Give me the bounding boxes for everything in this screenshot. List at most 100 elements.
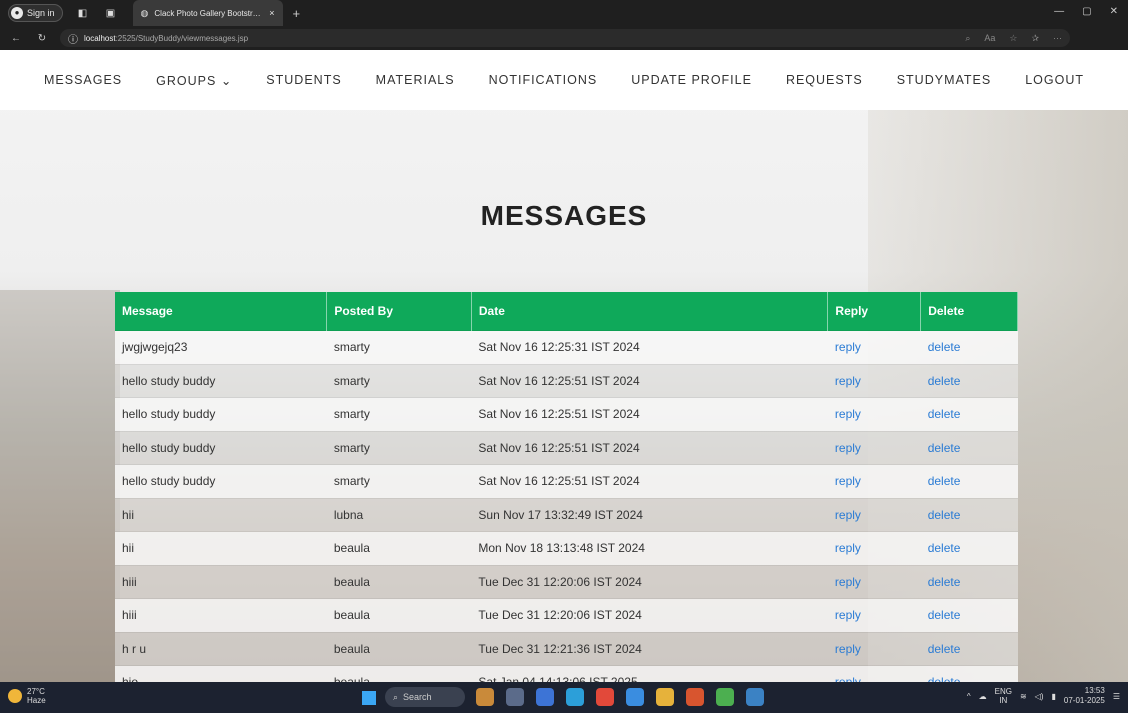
messages-table-container[interactable]: Message Posted By Date Reply Delete jwgj… <box>115 292 1018 682</box>
date-cell: Sat Nov 16 12:25:51 IST 2024 <box>471 464 828 498</box>
header-date: Date <box>471 292 829 331</box>
reply-link[interactable]: reply <box>835 508 861 522</box>
delete-link[interactable]: delete <box>928 407 961 421</box>
maximize-icon[interactable]: ▢ <box>1082 6 1091 17</box>
delete-link[interactable]: delete <box>928 441 961 455</box>
battery-icon[interactable]: ▮ <box>1052 692 1056 701</box>
delete-link[interactable]: delete <box>928 541 961 555</box>
table-row: hio beaula Sat Jan 04 14:13:06 IST 2025 … <box>115 665 1018 682</box>
active-tab[interactable]: ◍ Clack Photo Gallery Bootstrap Re × <box>132 0 283 26</box>
chevron-up-icon[interactable]: ^ <box>967 692 971 701</box>
table-row: hiii beaula Tue Dec 31 12:20:06 IST 2024… <box>115 564 1018 599</box>
nav-requests[interactable]: REQUESTS <box>786 73 863 87</box>
search-label: Search <box>403 692 432 702</box>
posted-by-cell: beaula <box>326 665 472 682</box>
system-tray: ^ ☁ ENG IN ≋ ◁) ▮ 13:53 07-01-2025 ☰ <box>967 686 1120 706</box>
date-cell: Sun Nov 17 13:32:49 IST 2024 <box>471 497 828 532</box>
header-reply: Reply <box>827 292 922 331</box>
taskbar-apps <box>476 688 764 706</box>
app-teams-icon[interactable] <box>536 688 554 706</box>
search-page-icon[interactable]: ⌕ <box>965 33 970 44</box>
reply-link[interactable]: reply <box>835 474 861 488</box>
reply-link[interactable]: reply <box>835 608 861 622</box>
reply-link[interactable]: reply <box>835 642 861 656</box>
tab-bar: ● Sign in ◧ ▣ ◍ Clack Photo Gallery Boot… <box>0 0 1128 26</box>
date-cell: Sat Nov 16 12:25:51 IST 2024 <box>471 430 828 465</box>
weather-condition: Haze <box>27 696 46 705</box>
volume-icon[interactable]: ◁) <box>1035 692 1044 701</box>
table-row: h r u beaula Tue Dec 31 12:21:36 IST 202… <box>115 631 1018 666</box>
reply-link[interactable]: reply <box>835 675 861 682</box>
reply-link[interactable]: reply <box>835 441 861 455</box>
app-chrome-icon[interactable] <box>596 688 614 706</box>
minimize-icon[interactable]: — <box>1054 6 1064 17</box>
delete-link[interactable]: delete <box>928 642 961 656</box>
table-row: hii beaula Mon Nov 18 13:13:48 IST 2024 … <box>115 531 1018 565</box>
language-indicator[interactable]: ENG IN <box>995 687 1012 705</box>
message-cell: hello study buddy <box>115 363 327 398</box>
weather-icon <box>8 689 22 703</box>
tab-close-icon[interactable]: × <box>269 8 274 18</box>
window-controls: — ▢ ✕ <box>1054 6 1118 17</box>
refresh-icon[interactable]: ↻ <box>32 33 52 44</box>
clock[interactable]: 13:53 07-01-2025 <box>1064 686 1105 706</box>
table-row: hello study buddy smarty Sat Nov 16 12:2… <box>115 464 1018 498</box>
header-message: Message <box>115 292 328 331</box>
app-edge-icon[interactable] <box>566 688 584 706</box>
nav-studymates[interactable]: STUDYMATES <box>897 73 992 87</box>
delete-link[interactable]: delete <box>928 474 961 488</box>
reply-link[interactable]: reply <box>835 340 861 354</box>
header-posted-by: Posted By <box>326 292 472 331</box>
posted-by-cell: smarty <box>326 397 472 431</box>
delete-link[interactable]: delete <box>928 340 961 354</box>
wifi-icon[interactable]: ≋ <box>1020 692 1027 701</box>
taskbar-search[interactable]: ⌕ Search <box>385 687 465 707</box>
favorites-icon[interactable]: ✰ <box>1031 33 1039 44</box>
date-cell: Sat Nov 16 12:25:31 IST 2024 <box>471 330 828 364</box>
web-page: MESSAGES GROUPS ⌄ STUDENTS MATERIALS NOT… <box>0 50 1128 682</box>
favorite-star-icon[interactable]: ☆ <box>1009 33 1017 44</box>
new-tab-button[interactable]: + <box>293 6 301 21</box>
signin-button[interactable]: ● Sign in <box>8 4 63 22</box>
nav-groups[interactable]: GROUPS ⌄ <box>156 73 232 88</box>
app-green-icon[interactable] <box>716 688 734 706</box>
windows-start-icon[interactable] <box>362 691 376 705</box>
nav-students[interactable]: STUDENTS <box>266 73 341 87</box>
nav-materials[interactable]: MATERIALS <box>376 73 455 87</box>
reply-link[interactable]: reply <box>835 541 861 555</box>
notification-icon[interactable]: ☰ <box>1113 692 1120 701</box>
delete-link[interactable]: delete <box>928 675 961 682</box>
more-icon[interactable]: ··· <box>1053 33 1062 44</box>
cloud-icon[interactable]: ☁ <box>979 692 987 701</box>
reply-link[interactable]: reply <box>835 575 861 589</box>
header-delete: Delete <box>920 292 1018 331</box>
app-explorer-icon[interactable] <box>656 688 674 706</box>
reply-link[interactable]: reply <box>835 374 861 388</box>
workspaces-icon[interactable]: ▣ <box>103 8 119 19</box>
nav-update-profile[interactable]: UPDATE PROFILE <box>631 73 752 87</box>
nav-notifications[interactable]: NOTIFICATIONS <box>489 73 598 87</box>
app-taskview-icon[interactable] <box>506 688 524 706</box>
tab-actions-icon[interactable]: ◧ <box>75 8 91 19</box>
delete-link[interactable]: delete <box>928 508 961 522</box>
app-photos-icon[interactable] <box>746 688 764 706</box>
nav-logout[interactable]: LOGOUT <box>1025 73 1084 87</box>
messages-table: Message Posted By Date Reply Delete jwgj… <box>115 292 1018 682</box>
app-store-icon[interactable] <box>626 688 644 706</box>
delete-link[interactable]: delete <box>928 608 961 622</box>
favicon-icon: ◍ <box>140 7 149 18</box>
reply-link[interactable]: reply <box>835 407 861 421</box>
posted-by-cell: smarty <box>326 363 472 398</box>
delete-link[interactable]: delete <box>928 374 961 388</box>
info-icon[interactable]: ⓘ <box>68 31 78 46</box>
close-window-icon[interactable]: ✕ <box>1110 6 1118 17</box>
address-bar[interactable]: ⓘ localhost:2525/StudyBuddy/viewmessages… <box>60 29 1070 47</box>
weather-widget[interactable]: 27°C Haze <box>8 687 46 705</box>
nav-messages[interactable]: MESSAGES <box>44 73 122 87</box>
back-icon[interactable]: ← <box>6 33 26 44</box>
app-widgets-icon[interactable] <box>476 688 494 706</box>
read-aloud-icon[interactable]: Aa <box>984 33 995 44</box>
posted-by-cell: beaula <box>326 564 472 599</box>
app-office-icon[interactable] <box>686 688 704 706</box>
delete-link[interactable]: delete <box>928 575 961 589</box>
